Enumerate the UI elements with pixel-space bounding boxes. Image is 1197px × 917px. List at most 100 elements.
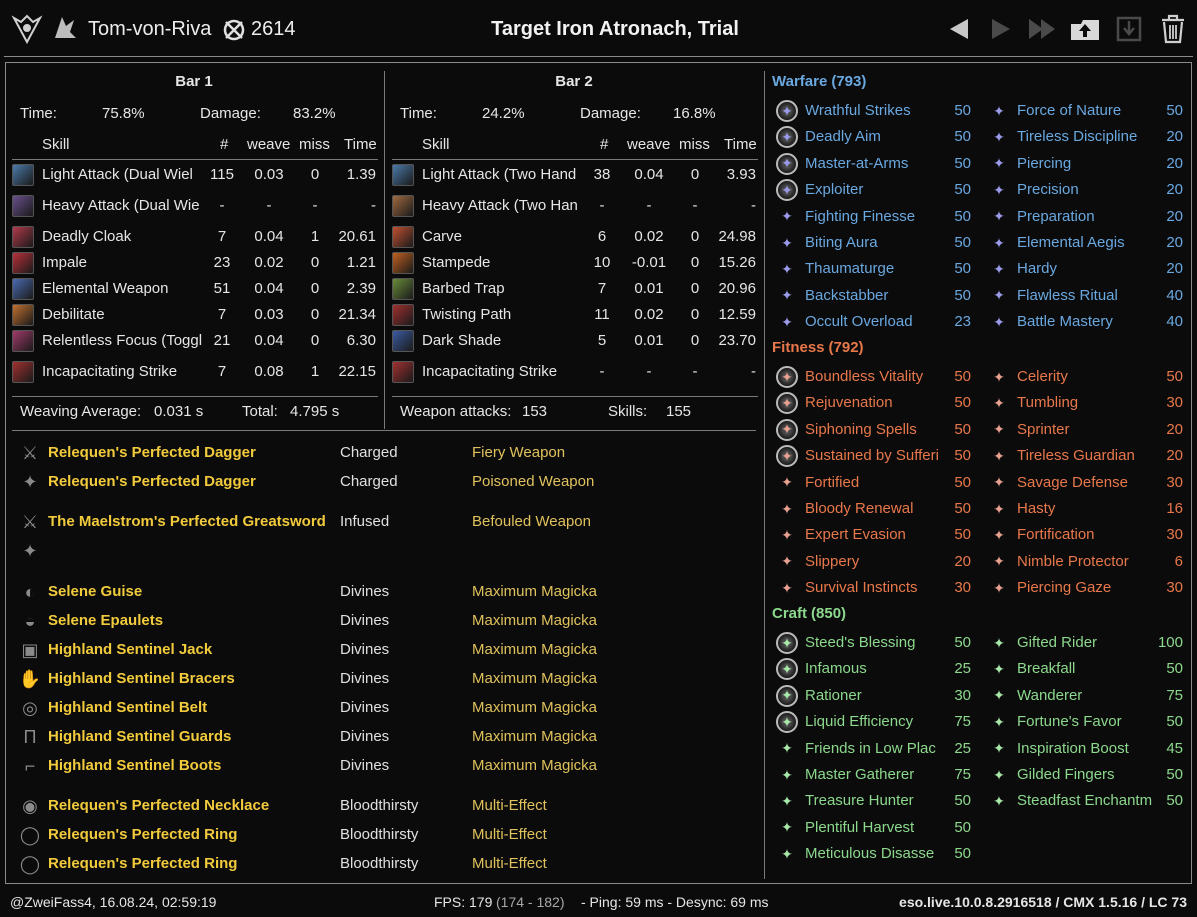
header-bar: Tom-von-Riva 2614 Target Iron Atronach, … <box>0 0 1197 58</box>
boots-icon: ⌐ <box>24 755 36 776</box>
cp-star-value: 30 <box>1166 526 1183 544</box>
passive-star-icon: ✦ <box>988 366 1010 388</box>
cp-star-row: ✦ Hasty 16 <box>981 497 1193 521</box>
skill-row: Incapacitating Strike - - - - <box>390 360 758 384</box>
skill-name: Incapacitating Strike <box>422 363 558 380</box>
last-icon[interactable] <box>1026 14 1060 44</box>
next-icon[interactable] <box>984 14 1018 44</box>
star-icon: ✦ <box>993 474 1005 491</box>
item-trait: Divines <box>340 583 390 600</box>
cp-star-row: ✦ Biting Aura 50 <box>769 231 981 255</box>
skill-time: 23.70 <box>718 332 756 349</box>
author-timestamp: @ZweiFass4, 16.08.24, 02:59:19 <box>10 894 217 910</box>
cp-star-value: 30 <box>954 686 971 704</box>
cp-star-value: 25 <box>954 660 971 678</box>
item-name: Relequen's Perfected Dagger <box>48 444 256 461</box>
skill-icon <box>12 164 34 186</box>
passive-star-icon: ✦ <box>776 311 798 333</box>
star-icon: ✦ <box>781 819 793 836</box>
star-icon: ✦ <box>781 447 793 464</box>
cp-star-row: ✦ Force of Nature 50 <box>981 99 1193 123</box>
footer-left-value: 0.031 s <box>154 403 204 420</box>
passive-star-icon: ✦ <box>988 179 1010 201</box>
cp-star-name: Occult Overload <box>805 313 913 331</box>
cp-star-name: Elemental Aegis <box>1017 234 1125 251</box>
cp-star-row: ✦ Wrathful Strikes 50 <box>769 99 981 123</box>
col-time: Time <box>344 136 377 153</box>
star-icon: ✦ <box>781 660 793 677</box>
equipment-row: ⌐ Highland Sentinel Boots Divines Maximum M… <box>16 754 761 778</box>
star-icon: ✦ <box>781 287 793 304</box>
item-name: Relequen's Perfected Dagger <box>48 473 256 490</box>
skill-row: Incapacitating Strike 7 0.08 1 22.15 <box>10 360 378 384</box>
cp-star-name: Piercing <box>1017 154 1072 172</box>
equipment-row: ✦ Relequen's Perfected Dagger Charged Poiso… <box>16 470 761 494</box>
cp-star-row: ✦ Preparation 20 <box>981 205 1193 229</box>
skill-count: - <box>599 197 605 214</box>
skill-row: Elemental Weapon 51 0.04 0 2.39 <box>10 277 378 301</box>
cp-star-value: 23 <box>954 313 971 331</box>
upload-icon[interactable] <box>1068 14 1102 44</box>
cp-star-name: Infamous <box>805 660 867 678</box>
skill-name: Elemental Weapon <box>42 280 169 297</box>
passive-star-icon: ✦ <box>988 764 1010 786</box>
cp-tree-total: (793) <box>831 73 867 90</box>
skill-count: 23 <box>213 254 231 271</box>
passive-star-icon: ✦ <box>776 817 798 839</box>
skill-icon <box>392 278 414 300</box>
col-count: # <box>600 136 609 153</box>
cp-tree-name: Craft <box>772 605 808 622</box>
chest-icon: ▣ <box>21 639 39 660</box>
empty-slot-icon: ✦ <box>22 540 38 561</box>
cp-star-value: 50 <box>954 447 971 465</box>
footer-right-label: Total: <box>242 403 278 420</box>
skill-icon <box>12 330 34 352</box>
cp-star-row: ✦ Celerity 50 <box>981 365 1193 389</box>
slotted-star-icon: ✦ <box>776 711 798 734</box>
cp-star-value: 50 <box>1166 368 1183 385</box>
save-icon[interactable] <box>1112 14 1146 44</box>
cp-star-value: 50 <box>954 286 971 304</box>
skill-icon <box>12 304 34 326</box>
skill-name: Deadly Cloak <box>42 228 132 245</box>
previous-icon[interactable] <box>942 14 976 44</box>
skill-name: Light Attack (Two Hand <box>422 166 577 183</box>
star-icon: ✦ <box>781 474 793 491</box>
passive-star-icon: ✦ <box>776 498 798 520</box>
skill-miss: 0 <box>690 166 700 183</box>
star-icon: ✦ <box>993 313 1005 330</box>
cp-star-name: Rejuvenation <box>805 394 893 412</box>
cp-star-name: Biting Aura <box>805 234 878 251</box>
skill-miss: - <box>692 363 698 380</box>
cp-star-row: ✦ Gifted Rider 100 <box>981 631 1193 655</box>
passive-star-icon: ✦ <box>988 419 1010 441</box>
slotted-star-icon: ✦ <box>776 366 798 388</box>
cp-star-name: Rationer <box>805 686 862 704</box>
passive-star-icon: ✦ <box>988 498 1010 520</box>
star-icon: ✦ <box>781 394 793 411</box>
cp-star-name: Exploiter <box>805 181 864 199</box>
star-icon: ✦ <box>781 634 793 651</box>
skill-name: Heavy Attack (Two Han <box>422 197 578 214</box>
item-name: The Maelstrom's Perfected Greatsword <box>48 513 326 530</box>
cp-star-value: 30 <box>1166 473 1183 491</box>
skill-time: - <box>371 197 376 214</box>
footer-left-value: 153 <box>522 403 548 420</box>
equipment-row: ⚔ The Maelstrom's Perfected Greatsword Inf… <box>16 510 761 534</box>
item-trait: Bloodthirsty <box>340 797 419 814</box>
cp-star-value: 16 <box>1166 500 1183 517</box>
star-icon: ✦ <box>993 102 1005 119</box>
skill-count: 115 <box>210 166 234 183</box>
cp-star-value: 40 <box>1166 313 1183 331</box>
equipment-row: ◯ Relequen's Perfected Ring Bloodthirsty Mu… <box>16 823 761 847</box>
cp-star-name: Tireless Guardian <box>1017 447 1135 465</box>
skill-weave: 0.02 <box>634 228 664 245</box>
skill-time: 1.39 <box>346 166 376 183</box>
time-value: 75.8% <box>102 105 145 122</box>
damage-value: 83.2% <box>293 105 336 122</box>
cp-star-name: Slippery <box>805 552 860 570</box>
skill-icon <box>392 361 414 383</box>
delete-icon[interactable] <box>1156 14 1190 44</box>
cp-star-row: ✦ Steed's Blessing 50 <box>769 631 981 655</box>
skill-icon <box>12 195 34 217</box>
